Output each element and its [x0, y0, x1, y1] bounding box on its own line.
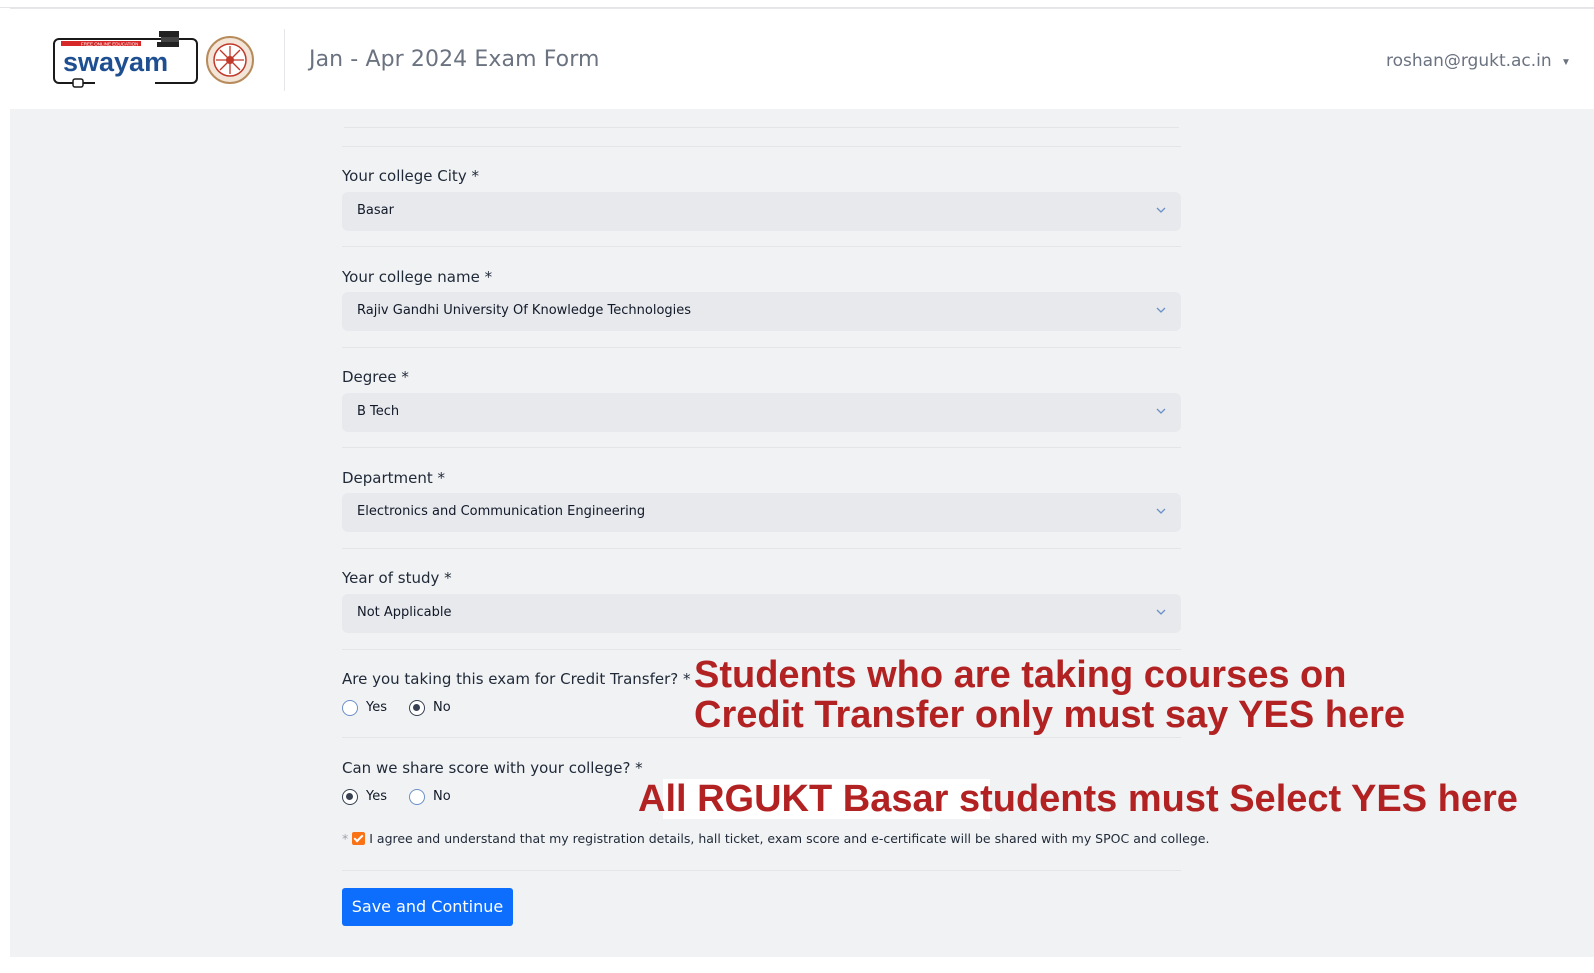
share-score-label: Can we share score with your college? * — [342, 759, 643, 777]
divider — [342, 347, 1181, 348]
chevron-down-icon — [1156, 508, 1166, 514]
department-value: Electronics and Communication Engineerin… — [357, 504, 646, 519]
share-score-annotation: All RGUKT Basar students must Select YES… — [638, 778, 1518, 820]
divider — [342, 548, 1181, 549]
share-score-radio-group: Yes No — [342, 789, 542, 809]
share-score-no-radio[interactable] — [409, 789, 425, 805]
logo-text: swayam — [63, 47, 168, 77]
share-score-yes-radio[interactable] — [342, 789, 358, 805]
emblem-icon — [206, 36, 254, 84]
chevron-down-icon — [1156, 408, 1166, 414]
college-select[interactable]: Rajiv Gandhi University Of Knowledge Tec… — [342, 292, 1181, 331]
divider — [342, 737, 1181, 738]
header: FREE ONLINE EDUCATION swayam Jan - Apr 2… — [10, 8, 1594, 109]
credit-transfer-yes-radio[interactable] — [342, 700, 358, 716]
credit-transfer-no-radio[interactable] — [409, 700, 425, 716]
credit-note-line-1: Students who are taking courses on — [694, 654, 1347, 696]
header-divider — [284, 29, 285, 91]
degree-select[interactable]: B Tech — [342, 393, 1181, 432]
city-label: Your college City * — [342, 167, 479, 185]
department-label: Department * — [342, 469, 446, 487]
agreement-checkbox[interactable] — [352, 832, 366, 845]
svg-text:FREE ONLINE EDUCATION: FREE ONLINE EDUCATION — [81, 42, 138, 47]
credit-transfer-annotation: Students who are taking courses on Credi… — [694, 655, 1405, 735]
divider — [342, 870, 1181, 871]
share-score-yes-label: Yes — [366, 789, 387, 804]
agreement-text: I agree and understand that my registrat… — [369, 831, 1210, 846]
year-label: Year of study * — [342, 569, 452, 587]
degree-label: Degree * — [342, 368, 409, 386]
chevron-down-icon — [1156, 207, 1166, 213]
divider — [342, 447, 1181, 448]
year-select[interactable]: Not Applicable — [342, 594, 1181, 633]
previous-field-edge — [344, 109, 1179, 128]
credit-transfer-no-label: No — [433, 700, 451, 715]
city-value: Basar — [357, 203, 394, 218]
required-star: * — [342, 831, 349, 846]
swayam-logo[interactable]: FREE ONLINE EDUCATION swayam — [53, 29, 199, 91]
chevron-down-icon — [1156, 307, 1166, 313]
share-score-no-label: No — [433, 789, 451, 804]
main-content: Your college City * Basar Your college n… — [10, 109, 1594, 957]
city-select[interactable]: Basar — [342, 192, 1181, 231]
credit-transfer-radio-group: Yes No — [342, 700, 542, 720]
caret-down-icon[interactable]: ▼ — [1561, 57, 1571, 68]
department-select[interactable]: Electronics and Communication Engineerin… — [342, 493, 1181, 532]
college-value: Rajiv Gandhi University Of Knowledge Tec… — [357, 303, 692, 318]
divider — [342, 649, 1181, 650]
chevron-down-icon — [1156, 609, 1166, 615]
divider — [342, 246, 1181, 247]
exam-form-page: FREE ONLINE EDUCATION swayam Jan - Apr 2… — [0, 0, 1594, 973]
agreement-row: * I agree and understand that my registra… — [342, 831, 1209, 846]
divider — [342, 146, 1181, 147]
credit-transfer-yes-label: Yes — [366, 700, 387, 715]
credit-note-line-2: Credit Transfer only must say YES here — [694, 694, 1406, 736]
save-and-continue-button[interactable]: Save and Continue — [342, 888, 513, 926]
college-label: Your college name * — [342, 268, 493, 286]
degree-value: B Tech — [357, 404, 400, 419]
year-value: Not Applicable — [357, 605, 452, 620]
credit-transfer-label: Are you taking this exam for Credit Tran… — [342, 670, 691, 688]
page-title: Jan - Apr 2024 Exam Form — [309, 47, 600, 72]
top-border — [0, 0, 1594, 8]
user-menu[interactable]: roshan@rgukt.ac.in — [1386, 51, 1552, 71]
